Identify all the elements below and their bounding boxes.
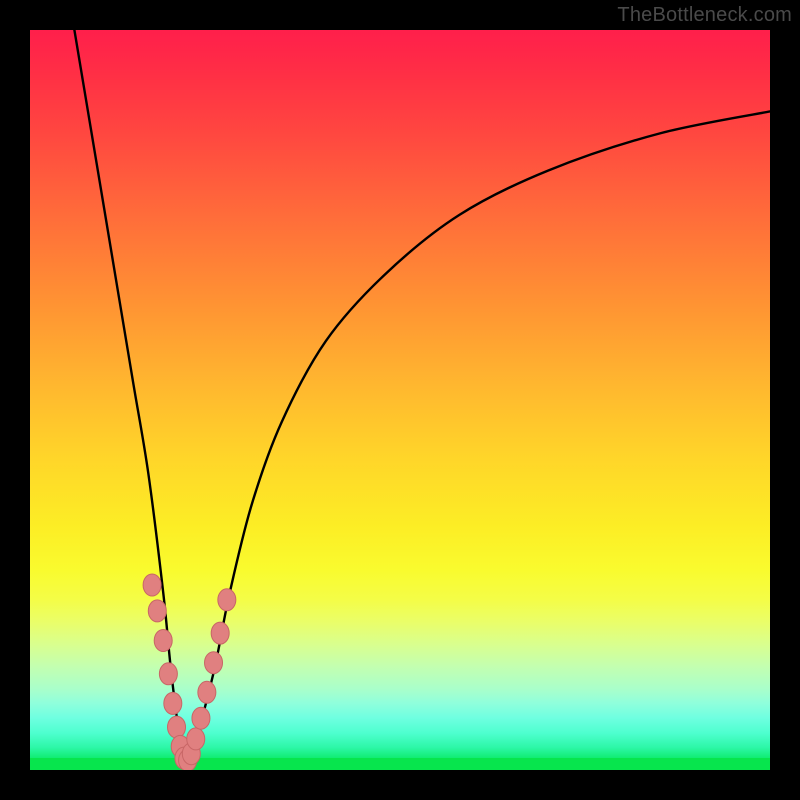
marker-point — [205, 652, 223, 674]
watermark-text: TheBottleneck.com — [617, 4, 792, 27]
marker-point — [198, 681, 216, 703]
plot-area — [30, 30, 770, 770]
highlighted-points — [143, 574, 236, 770]
marker-point — [187, 728, 205, 750]
marker-point — [168, 716, 186, 738]
bottleneck-curve — [74, 30, 770, 764]
chart-svg — [30, 30, 770, 770]
marker-point — [164, 692, 182, 714]
marker-point — [148, 600, 166, 622]
marker-point — [154, 630, 172, 652]
marker-point — [159, 663, 177, 685]
chart-frame: TheBottleneck.com — [0, 0, 800, 800]
marker-point — [143, 574, 161, 596]
marker-point — [218, 589, 236, 611]
marker-point — [192, 707, 210, 729]
marker-point — [211, 622, 229, 644]
